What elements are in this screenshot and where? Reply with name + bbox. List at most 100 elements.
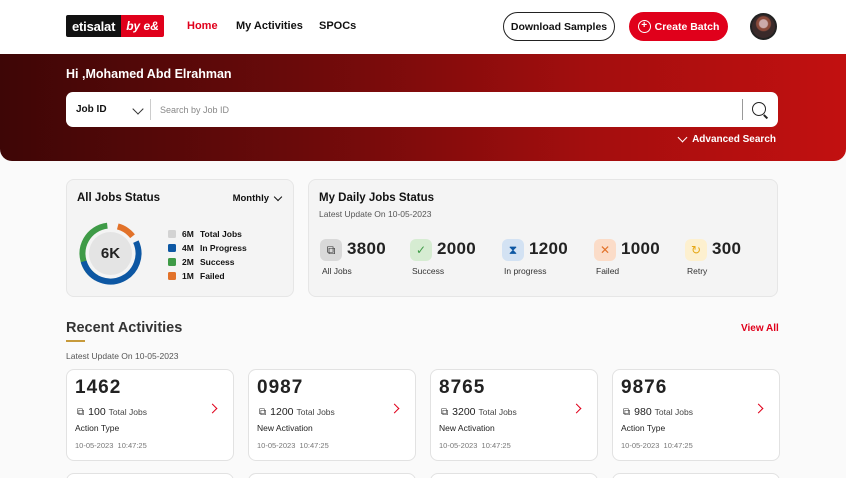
legend-value: 6M xyxy=(182,229,194,239)
stat-label: Failed xyxy=(596,266,620,276)
legend-item: 6M Total Jobs xyxy=(168,227,247,241)
brand-mark: by e& xyxy=(121,15,164,37)
activity-date: 10-05-2023 xyxy=(257,441,296,450)
jobs-icon: ⧉ xyxy=(623,406,631,418)
legend-swatch xyxy=(168,244,176,252)
activity-card[interactable]: 8765 ⧉ 3200 Total Jobs New Activation 10… xyxy=(430,369,598,461)
plus-icon: + xyxy=(637,20,651,33)
legend-label: In Progress xyxy=(200,243,247,253)
period-label: Monthly xyxy=(232,193,269,204)
advanced-search-toggle[interactable]: Advanced Search xyxy=(677,132,776,145)
activity-jobs: ⧉ 980 Total Jobs xyxy=(623,406,693,418)
stat-value: 1200 xyxy=(529,239,569,258)
activity-card-partial[interactable] xyxy=(66,473,234,478)
activity-jobs: ⧉ 3200 Total Jobs xyxy=(441,406,517,418)
activity-id: 8765 xyxy=(439,377,486,398)
search-icon[interactable] xyxy=(752,102,766,116)
chevron-down-icon[interactable] xyxy=(132,103,144,115)
avatar[interactable] xyxy=(750,13,777,40)
all-jobs-status-card: All Jobs Status Monthly 6K 6M Total Jobs… xyxy=(66,179,294,297)
activity-card[interactable]: 9876 ⧉ 980 Total Jobs Action Type 10-05-… xyxy=(612,369,780,461)
stat-label: All Jobs xyxy=(322,266,352,276)
download-samples-button[interactable]: Download Samples xyxy=(503,12,615,41)
brand-logo[interactable]: etisalat by e& xyxy=(66,15,164,37)
legend-label: Total Jobs xyxy=(200,229,242,239)
activity-type: New Activation xyxy=(257,423,313,433)
activity-count-label: Total Jobs xyxy=(296,407,335,417)
search-field-select[interactable]: Job ID xyxy=(76,92,107,127)
activity-id: 1462 xyxy=(75,377,122,398)
legend-swatch xyxy=(168,230,176,238)
activity-date: 10-05-2023 xyxy=(621,441,660,450)
legend-item: 4M In Progress xyxy=(168,241,247,255)
legend-value: 4M xyxy=(182,243,194,253)
activity-count: 100 xyxy=(88,406,106,418)
legend-value: 2M xyxy=(182,257,194,267)
activity-card-partial[interactable] xyxy=(430,473,598,478)
download-samples-label: Download Samples xyxy=(510,20,608,33)
activity-time: 10:47:25 xyxy=(663,441,693,450)
nav-my-activities[interactable]: My Activities xyxy=(236,20,303,32)
activity-timestamp: 10-05-2023 10:47:25 xyxy=(257,441,329,450)
legend-swatch xyxy=(168,272,176,280)
activity-timestamp: 10-05-2023 10:47:25 xyxy=(621,441,693,450)
activity-card[interactable]: 1462 ⧉ 100 Total Jobs Action Type 10-05-… xyxy=(66,369,234,461)
activity-count-label: Total Jobs xyxy=(108,407,147,417)
top-nav: etisalat by e& Home My Activities SPOCs … xyxy=(0,0,846,54)
activity-type: Action Type xyxy=(621,423,666,433)
greeting: Hi ,Mohamed Abd Elrahman xyxy=(66,67,232,81)
activity-timestamp: 10-05-2023 10:47:25 xyxy=(75,441,147,450)
activity-time: 10:47:25 xyxy=(117,441,147,450)
nav-spocs[interactable]: SPOCs xyxy=(319,20,356,32)
create-batch-label: Create Batch xyxy=(654,20,720,33)
divider xyxy=(150,99,151,120)
jobs-icon: ⧉ xyxy=(259,406,267,418)
legend-item: 1M Failed xyxy=(168,269,247,283)
activity-count-label: Total Jobs xyxy=(654,407,693,417)
donut-center-value: 6K xyxy=(89,232,132,275)
search-field-label: Job ID xyxy=(76,104,107,115)
activity-timestamp: 10-05-2023 10:47:25 xyxy=(439,441,511,450)
stat-label: Success xyxy=(412,266,445,276)
activity-card[interactable]: 0987 ⧉ 1200 Total Jobs New Activation 10… xyxy=(248,369,416,461)
legend-swatch xyxy=(168,258,176,266)
divider xyxy=(742,99,743,120)
chevron-right-icon[interactable] xyxy=(389,403,400,414)
stat-value: 300 xyxy=(712,239,742,258)
activity-card-partial[interactable] xyxy=(612,473,780,478)
stat-label: In progress xyxy=(504,266,547,276)
view-all-link[interactable]: View All xyxy=(741,323,779,334)
jobs-donut-chart: 6K xyxy=(78,221,143,286)
chevron-down-icon xyxy=(273,192,283,202)
stat-label: Retry xyxy=(687,266,708,276)
legend-label: Success xyxy=(200,257,235,267)
activity-id: 0987 xyxy=(257,377,304,398)
failed-icon: ✕ xyxy=(594,239,616,261)
activity-count: 3200 xyxy=(452,406,476,418)
activity-count: 980 xyxy=(634,406,652,418)
chevron-right-icon[interactable] xyxy=(753,403,764,414)
title-underline xyxy=(66,340,85,342)
section-title: Recent Activities xyxy=(66,320,183,336)
activity-card-partial[interactable] xyxy=(248,473,416,478)
hourglass-icon: ⧗ xyxy=(502,239,524,261)
stat-value: 1000 xyxy=(621,239,661,258)
activity-jobs: ⧉ 1200 Total Jobs xyxy=(259,406,335,418)
legend-item: 2M Success xyxy=(168,255,247,269)
jobs-icon: ⧉ xyxy=(77,406,85,418)
nav-home[interactable]: Home xyxy=(187,20,218,32)
hero-banner: Hi ,Mohamed Abd Elrahman Job ID Advanced… xyxy=(0,54,846,161)
search-input[interactable] xyxy=(160,92,720,127)
stat-value: 2000 xyxy=(437,239,477,258)
daily-jobs-status-card: My Daily Jobs Status Latest Update On 10… xyxy=(308,179,778,297)
period-select[interactable]: Monthly xyxy=(232,192,283,204)
activity-type: New Activation xyxy=(439,423,495,433)
stat-value: 3800 xyxy=(347,239,387,258)
create-batch-button[interactable]: + Create Batch xyxy=(629,12,728,41)
card-title: All Jobs Status xyxy=(77,192,161,204)
chevron-right-icon[interactable] xyxy=(207,403,218,414)
last-update-label: Latest Update On 10-05-2023 xyxy=(319,209,432,219)
activity-jobs: ⧉ 100 Total Jobs xyxy=(77,406,147,418)
chevron-down-icon xyxy=(677,132,688,143)
chevron-right-icon[interactable] xyxy=(571,403,582,414)
